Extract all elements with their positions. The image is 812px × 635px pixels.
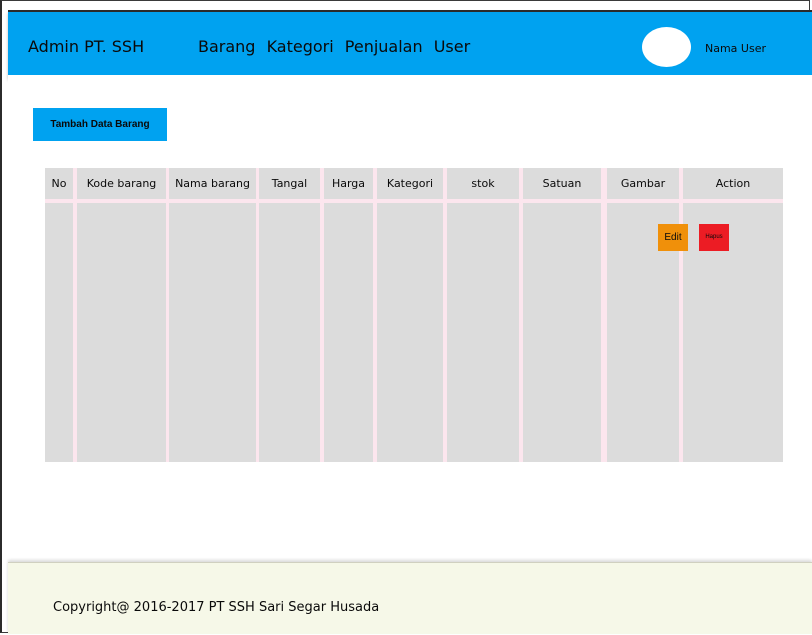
table-column-nama: Nama barang (169, 168, 256, 462)
footer: Copyright@ 2016-2017 PT SSH Sari Segar H… (8, 562, 812, 634)
nav-item-penjualan[interactable]: Penjualan (345, 37, 423, 56)
top-navbar: Admin PT. SSH Barang Kategori Penjualan … (8, 10, 812, 77)
table-column-kategori: Kategori (377, 168, 443, 462)
column-header: Satuan (523, 168, 601, 199)
table-column-gambar: Gambar (607, 168, 679, 462)
table-column-no: No (45, 168, 73, 462)
column-header: Kode barang (77, 168, 166, 199)
column-header: Harga (324, 168, 373, 199)
edit-button[interactable]: Edit (658, 224, 688, 251)
add-item-button[interactable]: Tambah Data Barang (33, 108, 167, 141)
table-column-action: Action (683, 168, 783, 462)
nav-item-kategori[interactable]: Kategori (267, 37, 334, 56)
nav-item-user[interactable]: User (434, 37, 470, 56)
user-name[interactable]: Nama User (705, 42, 766, 55)
brand-title[interactable]: Admin PT. SSH (28, 37, 144, 56)
column-header: Action (683, 168, 783, 199)
column-header: Gambar (607, 168, 679, 199)
column-header: Kategori (377, 168, 443, 199)
table-column-stok: stok (447, 168, 519, 462)
table-column-harga: Harga (324, 168, 373, 462)
column-header: Tangal (259, 168, 320, 199)
column-header: Nama barang (169, 168, 256, 199)
avatar[interactable] (642, 27, 691, 67)
table-column-satuan: Satuan (523, 168, 601, 462)
column-header: No (45, 168, 73, 199)
items-table: No Kode barang Nama barang Tangal Harga … (45, 168, 783, 462)
table-column-kode: Kode barang (77, 168, 166, 462)
column-header: stok (447, 168, 519, 199)
delete-button[interactable]: Hapus (699, 224, 729, 251)
table-column-tanggal: Tangal (259, 168, 320, 462)
nav-item-barang[interactable]: Barang (198, 37, 255, 56)
main-nav: Barang Kategori Penjualan User (198, 37, 476, 56)
main-content: Tambah Data Barang No Kode barang Nama b… (8, 75, 812, 562)
copyright-text: Copyright@ 2016-2017 PT SSH Sari Segar H… (53, 600, 380, 615)
